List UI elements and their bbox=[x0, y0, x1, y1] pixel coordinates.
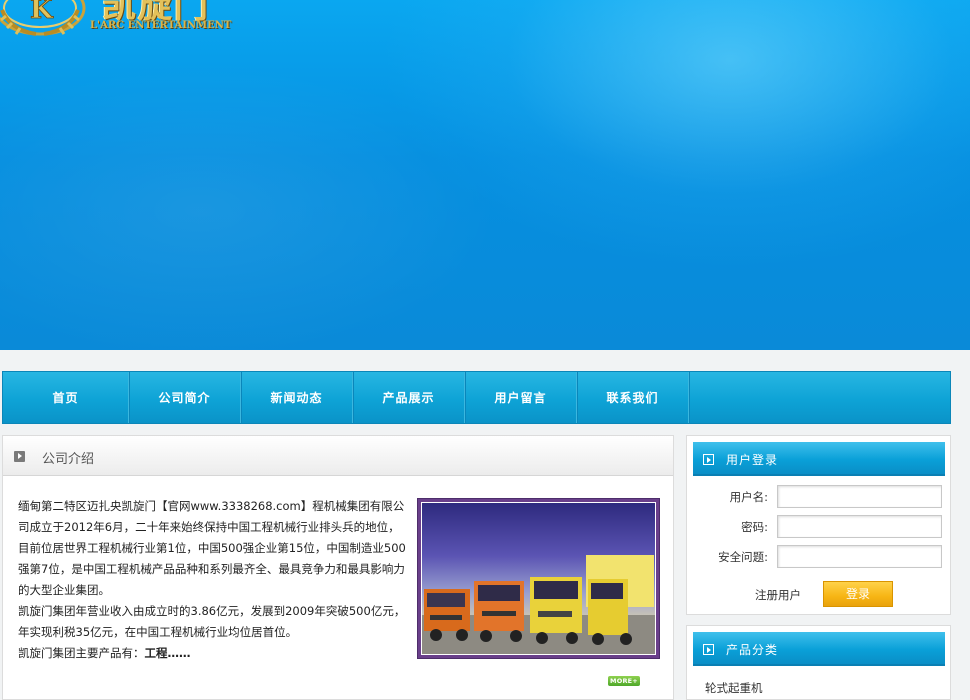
intro-paragraph-2: 凯旋门集团年营业收入由成立时的3.86亿元，发展到2009年突破500亿元，年实… bbox=[18, 604, 406, 639]
security-question-label: 安全问题: bbox=[718, 550, 768, 564]
login-panel-title: 用户登录 bbox=[726, 453, 779, 467]
svg-text:K: K bbox=[30, 0, 54, 25]
play-arrow-icon bbox=[703, 644, 714, 655]
login-button[interactable]: 登录 bbox=[823, 581, 893, 607]
password-row: 密码: bbox=[687, 515, 952, 539]
main-nav: 首页 公司简介 新闻动态 产品展示 用户留言 联系我们 bbox=[2, 371, 951, 424]
banner-glow-secondary bbox=[0, 60, 500, 350]
nav-item-news[interactable]: 新闻动态 bbox=[241, 372, 353, 423]
intro-panel-title: 公司介绍 bbox=[42, 452, 95, 467]
register-link[interactable]: 注册用户 bbox=[755, 587, 801, 603]
nav-item-products[interactable]: 产品展示 bbox=[353, 372, 465, 423]
intro-panel-header: 公司介绍 bbox=[3, 436, 673, 476]
site-logo[interactable]: K 凯旋门 L'ARC ENTERTAINMENT bbox=[0, 0, 262, 40]
nav-item-about[interactable]: 公司简介 bbox=[129, 372, 241, 423]
username-input[interactable] bbox=[777, 485, 942, 508]
category-panel-header: 产品分类 bbox=[693, 632, 945, 666]
trucks-photo-image bbox=[421, 502, 656, 655]
password-input[interactable] bbox=[777, 515, 942, 538]
username-label: 用户名: bbox=[729, 490, 768, 504]
intro-products-line: 凯旋门集团主要产品有：工程…… bbox=[18, 643, 408, 664]
nav-item-home[interactable]: 首页 bbox=[3, 372, 129, 423]
play-arrow-icon bbox=[14, 451, 25, 462]
password-label: 密码: bbox=[741, 520, 768, 534]
logo-english-name: L'ARC ENTERTAINMENT bbox=[90, 20, 232, 31]
play-arrow-icon bbox=[703, 454, 714, 465]
category-item[interactable]: 轮式起重机 bbox=[705, 680, 763, 696]
trucks-illustration bbox=[422, 555, 655, 654]
laurel-emblem-icon: K bbox=[0, 0, 86, 36]
trucks-photo bbox=[417, 498, 660, 659]
login-panel: 用户登录 用户名: 密码: 安全问题: 注册用户 登录 bbox=[686, 435, 951, 615]
category-panel-title: 产品分类 bbox=[726, 643, 779, 657]
security-question-row: 安全问题: bbox=[687, 545, 952, 569]
header-banner: K 凯旋门 L'ARC ENTERTAINMENT bbox=[0, 0, 970, 350]
products-prefix: 凯旋门集团主要产品有： bbox=[18, 646, 145, 660]
intro-text: 缅甸第二特区迈扎央凯旋门【官网www.3338268.com】程机械集团有限公司… bbox=[18, 496, 408, 664]
more-button[interactable]: MORE+ bbox=[608, 676, 640, 686]
company-intro-panel: 公司介绍 缅甸第二特区迈扎央凯旋门【官网www.3338268.com】程机械集… bbox=[2, 435, 674, 700]
nav-item-guestbook[interactable]: 用户留言 bbox=[465, 372, 577, 423]
products-bold: 工程…… bbox=[144, 646, 191, 660]
username-row: 用户名: bbox=[687, 485, 952, 509]
security-question-input[interactable] bbox=[777, 545, 942, 568]
intro-paragraph-1: 缅甸第二特区迈扎央凯旋门【官网www.3338268.com】程机械集团有限公司… bbox=[18, 499, 406, 597]
login-panel-header: 用户登录 bbox=[693, 442, 945, 476]
product-category-panel: 产品分类 轮式起重机 bbox=[686, 625, 951, 700]
nav-item-contact[interactable]: 联系我们 bbox=[577, 372, 689, 423]
